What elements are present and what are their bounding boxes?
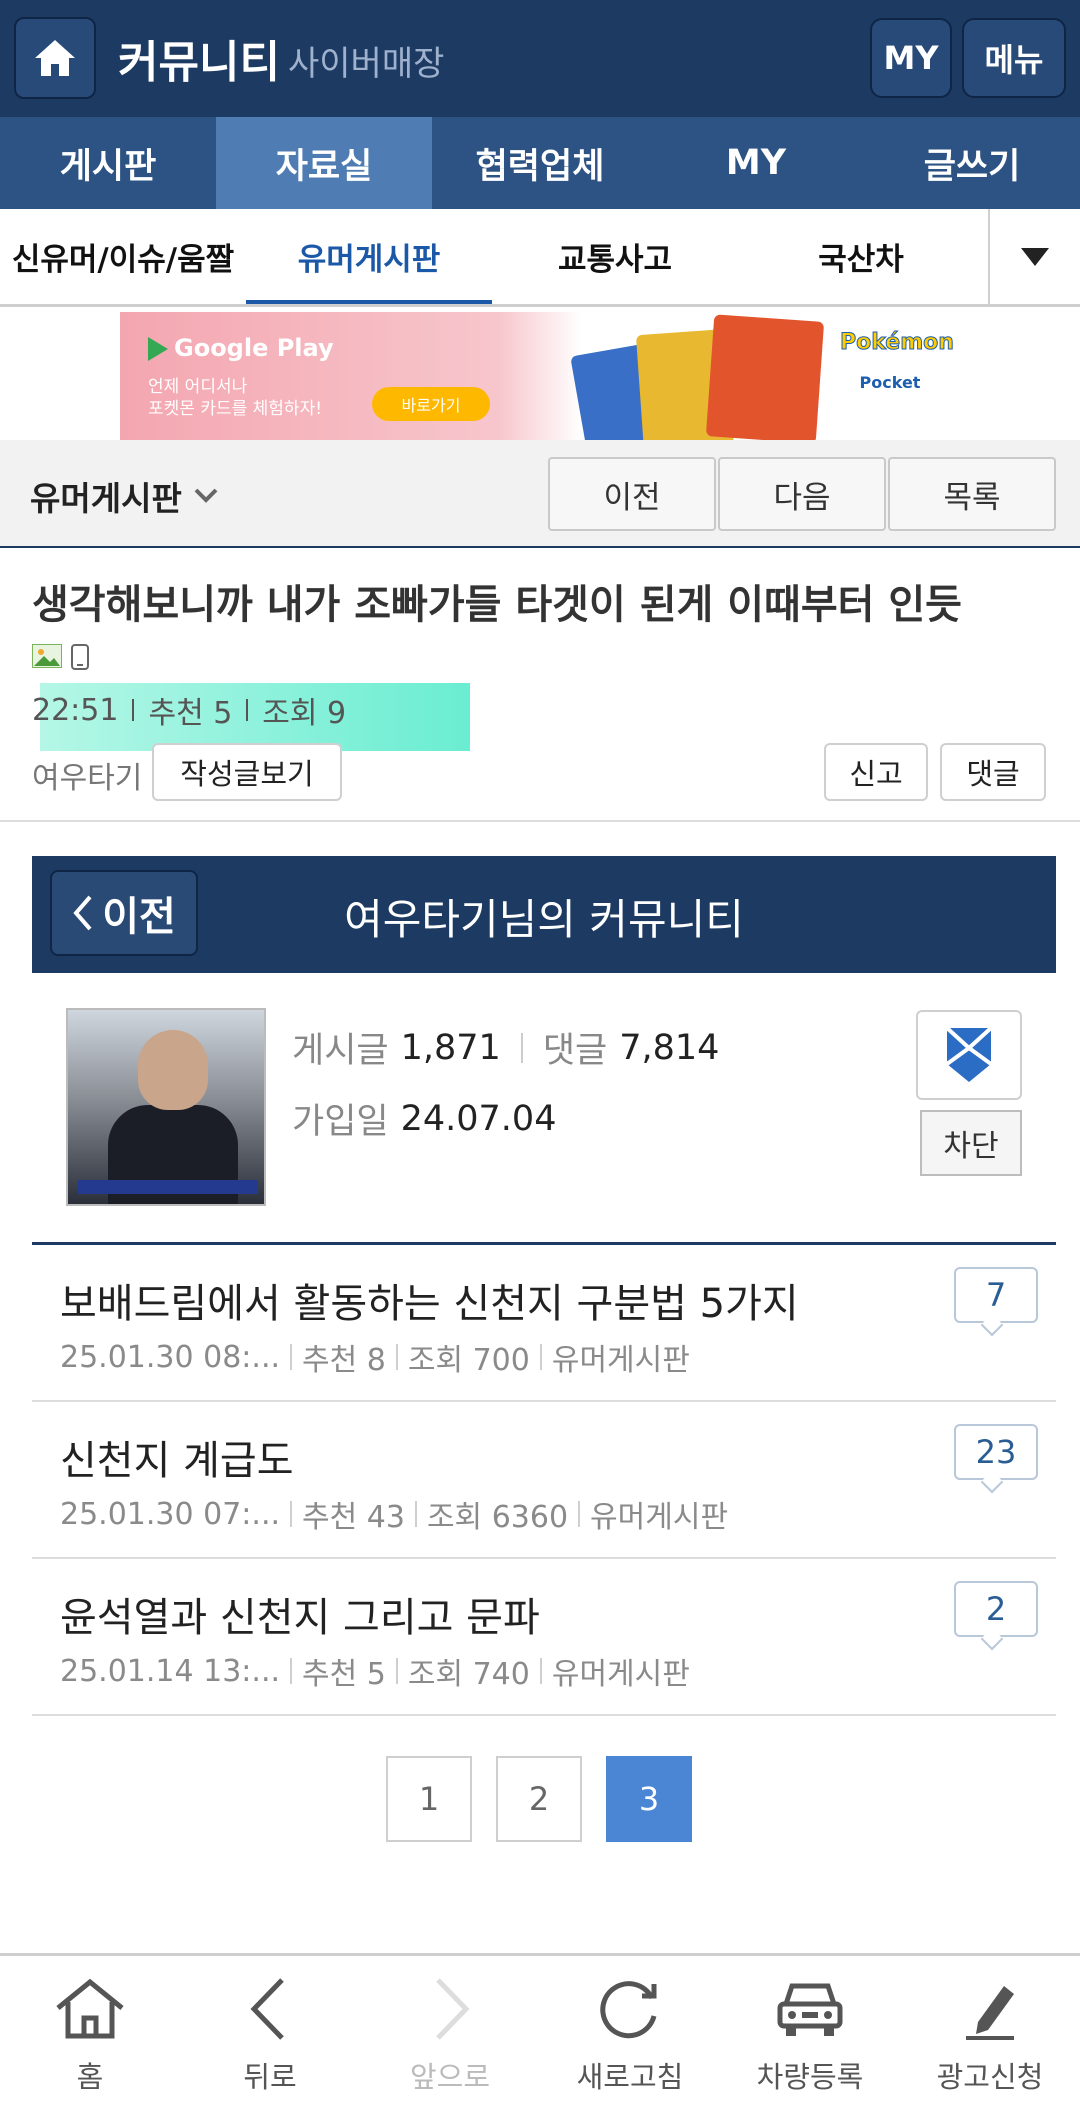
bottom-home-button[interactable]: 홈 (0, 1956, 180, 2104)
post-time: 22:51 (32, 692, 119, 728)
tab-domestic-car[interactable]: 국산차 (738, 209, 984, 304)
car-icon (777, 1983, 843, 2036)
nav-archive[interactable]: 자료실 (216, 117, 432, 209)
ad-card-image (570, 314, 830, 440)
google-play-icon (148, 337, 168, 361)
bottom-refresh-button[interactable]: 새로고침 (540, 1956, 720, 2104)
comments-count: 7,814 (619, 1027, 720, 1068)
meta-separator (246, 699, 249, 721)
page-1-button[interactable]: 1 (386, 1756, 472, 1842)
chevron-left-icon (73, 895, 92, 931)
joined-date: 24.07.04 (400, 1098, 557, 1139)
post-meta: 22:51 추천 5 조회 9 (32, 688, 346, 732)
user-stats: 게시글 1,871 댓글 7,814 가입일 24.07.04 (292, 1027, 720, 1143)
post-author[interactable]: 여우타기 (32, 753, 142, 797)
bottom-ad-request-button[interactable]: 광고신청 (900, 1956, 1080, 2104)
comment-count-badge[interactable]: 23 (954, 1424, 1038, 1480)
ad-text: 언제 어디서나 포켓몬 카드를 체험하자! (148, 377, 323, 419)
my-button[interactable]: MY (870, 18, 952, 98)
list-item-title[interactable]: 신천지 계급도 (60, 1428, 294, 1486)
tab-traffic-accident[interactable]: 교통사고 (492, 209, 738, 304)
tab-humor-board[interactable]: 유머게시판 (246, 209, 492, 304)
list-item[interactable]: 윤석열과 신천지 그리고 문파 25.01.14 13:... 추천 5 조회 … (32, 1559, 1056, 1716)
refresh-icon (600, 1981, 657, 2039)
nav-board[interactable]: 게시판 (0, 117, 216, 209)
page-3-button[interactable]: 3 (606, 1756, 692, 1842)
list-item-title[interactable]: 윤석열과 신천지 그리고 문파 (60, 1585, 540, 1643)
community-header: 여우타기님의 커뮤니티 이전 (32, 856, 1056, 973)
posts-count: 1,871 (400, 1027, 501, 1068)
list-item-meta: 25.01.14 13:... 추천 5 조회 740 유머게시판 (60, 1653, 690, 1693)
comment-count-badge[interactable]: 2 (954, 1581, 1038, 1637)
block-button[interactable]: 차단 (920, 1110, 1022, 1176)
report-button[interactable]: 신고 (824, 743, 928, 801)
mobile-icon (71, 644, 89, 670)
list-item-title[interactable]: 보배드림에서 활동하는 신천지 구분법 5가지 (60, 1271, 799, 1329)
triangle-down-icon (1021, 247, 1049, 266)
meta-separator (132, 699, 135, 721)
ad-banner[interactable]: Google Play 언제 어디서나 포켓몬 카드를 체험하자! 바로가기 P… (120, 312, 960, 440)
pokemon-logo: Pokémon Pocket (840, 330, 955, 393)
comment-button[interactable]: 댓글 (940, 743, 1046, 801)
nav-partners[interactable]: 협력업체 (432, 117, 648, 209)
subnav-more-button[interactable] (988, 209, 1080, 304)
next-button[interactable]: 다음 (718, 457, 886, 531)
header-title: 커뮤니티 (118, 37, 280, 88)
comment-count-badge[interactable]: 7 (954, 1267, 1038, 1323)
nav-write[interactable]: 글쓰기 (864, 117, 1080, 209)
post-icons (32, 644, 90, 670)
post-views: 조회 9 (262, 696, 347, 731)
view-posts-button[interactable]: 작성글보기 (152, 743, 342, 801)
nav-my[interactable]: MY (648, 117, 864, 209)
page-2-button[interactable]: 2 (496, 1756, 582, 1842)
list-item[interactable]: 보배드림에서 활동하는 신천지 구분법 5가지 25.01.30 08:... … (32, 1245, 1056, 1402)
prev-button[interactable]: 이전 (548, 457, 716, 531)
chevron-down-icon (194, 488, 218, 503)
user-badge (916, 1010, 1022, 1100)
user-avatar (66, 1008, 266, 1206)
list-item[interactable]: 신천지 계급도 25.01.30 07:... 추천 43 조회 6360 유머… (32, 1402, 1056, 1559)
list-item-meta: 25.01.30 07:... 추천 43 조회 6360 유머게시판 (60, 1496, 729, 1536)
ad-cta-button[interactable]: 바로가기 (372, 387, 490, 421)
tab-new-humor[interactable]: 신유머/이슈/움짤 (0, 209, 246, 304)
bottom-car-register-button[interactable]: 차량등록 (720, 1956, 900, 2104)
list-item-meta: 25.01.30 08:... 추천 8 조회 700 유머게시판 (60, 1339, 690, 1379)
menu-button[interactable]: 메뉴 (962, 18, 1066, 98)
sub-nav: 신유머/이슈/움짤 유머게시판 교통사고 국산차 (0, 209, 1080, 307)
pagination: 1 2 3 (386, 1756, 692, 1842)
board-bar: 유머게시판 이전 다음 목록 (0, 440, 1080, 548)
home-button[interactable] (14, 17, 96, 99)
bottom-forward-button[interactable]: 앞으로 (360, 1956, 540, 2104)
list-button[interactable]: 목록 (888, 457, 1056, 531)
community-back-button[interactable]: 이전 (50, 870, 198, 956)
bottom-toolbar: 홈 뒤로 앞으로 새로고침 차량등록 광고신청 (0, 1953, 1080, 2104)
google-play-label: Google Play (148, 334, 334, 362)
rank-badge-icon (945, 1026, 993, 1082)
section-divider (0, 820, 1080, 822)
post-title: 생각해보니까 내가 조빠가들 타겟이 된게 이때부터 인듯 (32, 582, 962, 628)
bottom-back-button[interactable]: 뒤로 (180, 1956, 360, 2104)
arrow-forward-icon (436, 1978, 470, 2040)
main-nav: 게시판 자료실 협력업체 MY 글쓰기 (0, 117, 1080, 209)
board-selector[interactable]: 유머게시판 (30, 472, 218, 520)
home-outline-icon (56, 1978, 124, 2039)
image-icon (32, 644, 62, 668)
arrow-back-icon (250, 1978, 284, 2040)
header-subtitle[interactable]: 사이버매장 (288, 36, 444, 85)
pencil-icon (966, 1986, 1014, 2040)
top-header: 커뮤니티 사이버매장 MY 메뉴 (0, 0, 1080, 117)
post-recommend: 추천 5 (148, 696, 233, 731)
home-icon (35, 40, 75, 76)
